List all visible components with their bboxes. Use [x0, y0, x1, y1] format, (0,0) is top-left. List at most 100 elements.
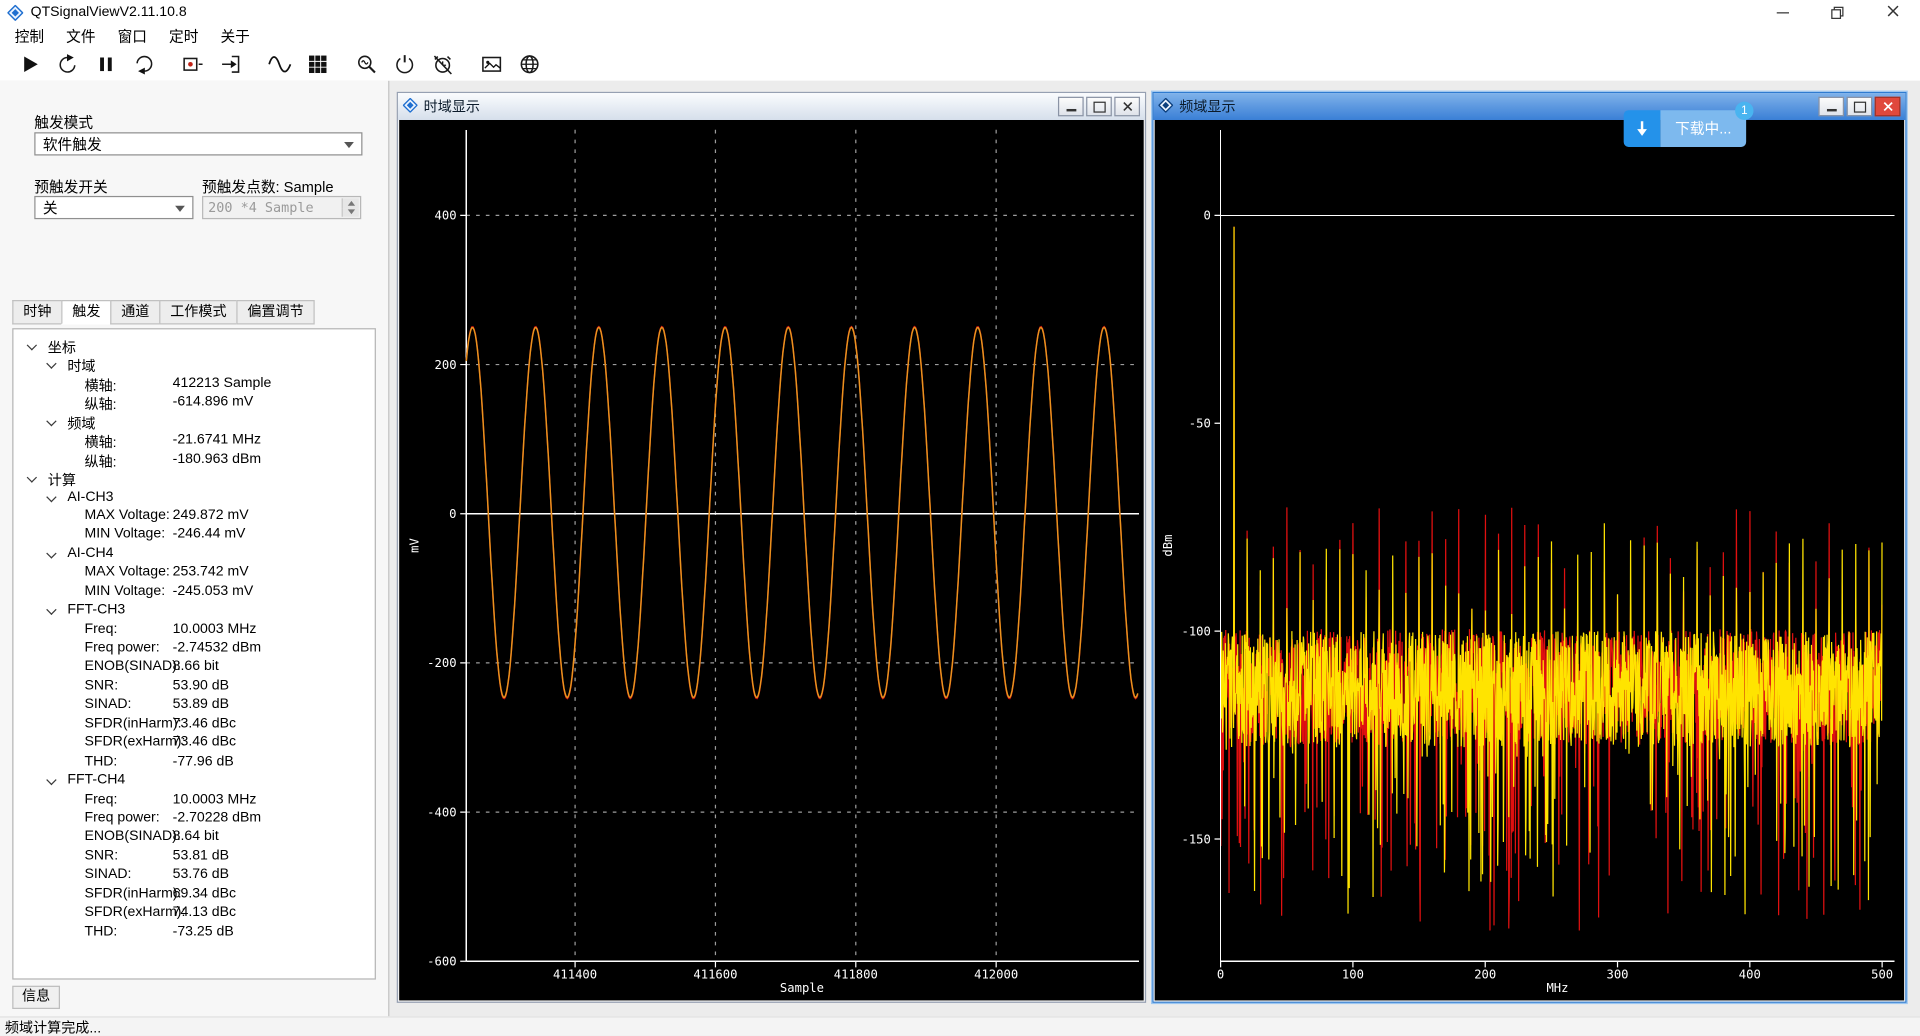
- tree-row[interactable]: 横轴:412213 Sample: [13, 375, 374, 394]
- tree-node[interactable]: 时域: [13, 356, 374, 375]
- freq-window-close-button[interactable]: [1875, 97, 1901, 117]
- network-icon: [518, 52, 541, 75]
- pretrigger-switch-select[interactable]: 关: [34, 196, 193, 219]
- close-button[interactable]: [1865, 0, 1920, 24]
- time-window-titlebar[interactable]: 时域显示: [398, 93, 1145, 120]
- tree-item-value: -2.74532 dBm: [173, 640, 261, 655]
- tree-row[interactable]: 横轴:-21.6741 MHz: [13, 431, 374, 450]
- play-button[interactable]: [15, 48, 46, 79]
- tree-node-label: FFT-CH3: [67, 603, 125, 618]
- minimize-button[interactable]: [1755, 0, 1810, 24]
- tree-node-label: FFT-CH4: [67, 773, 125, 788]
- menu-item-0[interactable]: 控制: [4, 25, 55, 46]
- tree-row[interactable]: MAX Voltage:249.872 mV: [13, 507, 374, 526]
- freq-domain-chart[interactable]: 0-50-100-1500100200300400500MHzdBm: [1155, 120, 1904, 1000]
- tree-node[interactable]: 频域: [13, 412, 374, 431]
- export-button[interactable]: [216, 48, 247, 79]
- expander-icon[interactable]: [46, 416, 56, 426]
- tree-row[interactable]: SFDR(inHarm):69.34 dBc: [13, 885, 374, 904]
- download-toast[interactable]: 下载中... 1: [1624, 110, 1746, 147]
- tree-row[interactable]: SNR:53.90 dB: [13, 677, 374, 696]
- restore-button[interactable]: [1810, 0, 1865, 24]
- tree-row[interactable]: Freq:10.0003 MHz: [13, 790, 374, 809]
- freq-window-minimize-button[interactable]: [1818, 97, 1844, 117]
- tree-row[interactable]: MIN Voltage:-245.053 mV: [13, 582, 374, 601]
- expander-icon[interactable]: [46, 605, 56, 615]
- tree-row[interactable]: THD:-73.25 dB: [13, 923, 374, 942]
- loop-button[interactable]: [53, 48, 84, 79]
- trigger-mode-label: 触发模式: [34, 111, 93, 132]
- tree-row[interactable]: SINAD:53.76 dB: [13, 866, 374, 885]
- timer-off-button[interactable]: [427, 48, 458, 79]
- tree-node[interactable]: FFT-CH4: [13, 772, 374, 791]
- zoom-wave-icon: [355, 52, 378, 75]
- tab-4[interactable]: 偏置调节: [236, 300, 314, 324]
- tree-row[interactable]: ENOB(SINAD):8.66 bit: [13, 658, 374, 677]
- tree-row[interactable]: Freq power:-2.70228 dBm: [13, 809, 374, 828]
- power-button[interactable]: [389, 48, 420, 79]
- time-window-maximize-button[interactable]: [1086, 97, 1112, 117]
- play-icon: [18, 52, 41, 75]
- export-image-button[interactable]: [476, 48, 507, 79]
- tree-row[interactable]: ENOB(SINAD):8.64 bit: [13, 828, 374, 847]
- tab-2[interactable]: 通道: [110, 300, 159, 324]
- menu-item-3[interactable]: 定时: [158, 25, 209, 46]
- time-window-minimize-button[interactable]: [1058, 97, 1084, 117]
- tree-row[interactable]: Freq power:-2.74532 dBm: [13, 639, 374, 658]
- menu-item-2[interactable]: 窗口: [107, 25, 158, 46]
- trigger-mode-select[interactable]: 软件触发: [34, 132, 362, 155]
- tab-3[interactable]: 工作模式: [159, 300, 236, 324]
- tree-row[interactable]: Freq:10.0003 MHz: [13, 620, 374, 639]
- tree-row[interactable]: SINAD:53.89 dB: [13, 696, 374, 715]
- record-button[interactable]: [178, 48, 209, 79]
- pause-icon: [94, 52, 117, 75]
- expander-icon[interactable]: [27, 340, 37, 350]
- expander-icon[interactable]: [46, 775, 56, 785]
- tree-row[interactable]: SFDR(inHarm):73.46 dBc: [13, 715, 374, 734]
- waveform-button[interactable]: [264, 48, 295, 79]
- tree-row[interactable]: MAX Voltage:253.742 mV: [13, 564, 374, 583]
- expander-icon[interactable]: [46, 548, 56, 558]
- tab-info[interactable]: 信息: [12, 986, 60, 1009]
- time-window-close-button[interactable]: [1114, 97, 1140, 117]
- tree-node[interactable]: FFT-CH3: [13, 601, 374, 620]
- time-domain-chart[interactable]: 4002000-200-400-600411400411600411800412…: [399, 120, 1143, 1000]
- menu-item-4[interactable]: 关于: [209, 25, 260, 46]
- expander-icon[interactable]: [27, 472, 37, 482]
- tree-node[interactable]: 坐标: [13, 337, 374, 356]
- tree-item-value: -2.70228 dBm: [173, 811, 261, 826]
- titlebar: QTSignalViewV2.11.10.8: [0, 0, 1920, 24]
- minimize-icon: [1776, 12, 1788, 13]
- tree-node[interactable]: AI-CH4: [13, 545, 374, 564]
- tree-row[interactable]: 纵轴:-180.963 dBm: [13, 450, 374, 469]
- restart-button[interactable]: [129, 48, 160, 79]
- tab-0[interactable]: 时钟: [12, 300, 61, 324]
- freq-window-titlebar[interactable]: 频域显示: [1153, 93, 1905, 120]
- expander-icon[interactable]: [46, 491, 56, 501]
- expander-icon[interactable]: [46, 359, 56, 369]
- tree-row[interactable]: SNR:53.81 dB: [13, 847, 374, 866]
- freq-window-maximize-button[interactable]: [1847, 97, 1873, 117]
- pause-button[interactable]: [91, 48, 122, 79]
- pretrigger-points-input[interactable]: 200 *4 Sample: [202, 196, 361, 219]
- export-icon: [219, 52, 242, 75]
- download-button[interactable]: [1624, 110, 1661, 147]
- minimize-icon: [1826, 109, 1836, 111]
- tree-row[interactable]: SFDR(exHarm):74.13 dBc: [13, 904, 374, 923]
- tree-row[interactable]: THD:-77.96 dB: [13, 753, 374, 772]
- spin-up-icon[interactable]: [342, 198, 359, 207]
- grid-display-button[interactable]: [302, 48, 333, 79]
- tab-1[interactable]: 触发: [61, 300, 110, 324]
- tree-node[interactable]: AI-CH3: [13, 488, 374, 507]
- tree-row[interactable]: SFDR(exHarm):73.46 dBc: [13, 734, 374, 753]
- tree-node[interactable]: 计算: [13, 469, 374, 488]
- spin-down-icon[interactable]: [342, 208, 359, 217]
- restore-icon: [1831, 6, 1844, 19]
- svg-text:-400: -400: [427, 805, 456, 819]
- network-button[interactable]: [514, 48, 545, 79]
- tree-row[interactable]: MIN Voltage:-246.44 mV: [13, 526, 374, 545]
- tree-item-value: 8.64 bit: [173, 829, 219, 844]
- menu-item-1[interactable]: 文件: [55, 25, 106, 46]
- zoom-wave-button[interactable]: [351, 48, 382, 79]
- tree-row[interactable]: 纵轴:-614.896 mV: [13, 393, 374, 412]
